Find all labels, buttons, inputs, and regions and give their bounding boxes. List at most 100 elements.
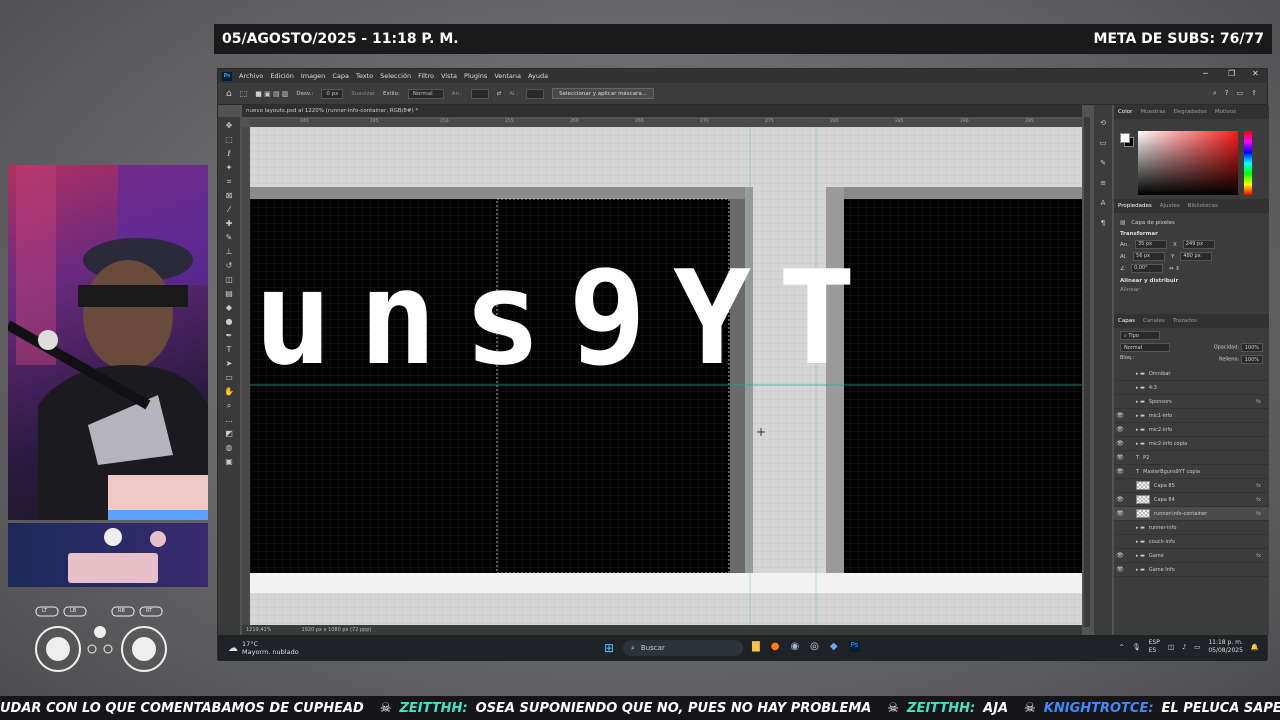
tab-channels[interactable]: Canales [1143,318,1165,324]
battery-icon[interactable]: ▭ [1194,643,1200,651]
layer-row[interactable]: ▸ ▬ 4:3 [1114,381,1269,395]
notifications-icon[interactable]: 🔔 [1251,643,1259,651]
vpn-icon[interactable]: ◆ [830,641,838,652]
firefox-icon[interactable]: ● [771,641,780,652]
search-icon[interactable]: ⌕ [1213,89,1217,98]
volume-icon[interactable]: ♪ [1182,643,1186,651]
workspace-icon[interactable]: ▭ [1237,89,1244,98]
style-select[interactable]: Normal [407,88,444,99]
start-icon[interactable]: ⊞ [604,641,614,655]
more-tools-icon[interactable]: … [224,415,234,425]
menu-texto[interactable]: Texto [356,72,373,80]
tab-layers[interactable]: Capas [1118,318,1135,324]
move-tool-icon[interactable]: ✥ [224,121,234,131]
eyedropper-icon[interactable]: ⁄ [224,205,234,215]
file-explorer-icon[interactable]: ▇ [752,641,760,652]
menu-archivo[interactable]: Archivo [239,72,263,80]
weather-icon[interactable]: ☁ [228,643,238,654]
history-icon[interactable]: ⟲ [1100,119,1106,127]
maximize-button[interactable]: ❐ [1228,69,1235,78]
blend-mode-select[interactable]: Normal [1120,343,1170,352]
layer-row[interactable]: 👁 ▸ ▬ Game fx [1114,549,1269,563]
tab-color[interactable]: Color [1118,109,1132,115]
brush-panel-icon[interactable]: ✎ [1100,159,1106,167]
taskbar-search[interactable]: ⌕ Buscar [623,640,743,656]
layer-row[interactable]: 👁 ▸ ▬ mic2-info [1114,423,1269,437]
help-icon[interactable]: ? [1225,89,1229,98]
close-button[interactable]: ✕ [1252,69,1259,78]
menu-ayuda[interactable]: Ayuda [528,72,548,80]
lang-bottom[interactable]: ES [1149,647,1160,655]
quick-mask-icon[interactable]: ◍ [224,443,234,453]
fx-icon[interactable]: fx [1256,483,1261,489]
network-icon[interactable]: ◫ [1168,643,1174,651]
flip-icons[interactable]: ⇔ ⇕ [1169,266,1180,272]
menu-imagen[interactable]: Imagen [301,72,325,80]
tab-patterns[interactable]: Motivos [1215,109,1236,115]
document-canvas[interactable]: uns9YT + [250,127,1082,625]
x-field[interactable]: 249 px [1182,240,1215,249]
layer-row[interactable]: 👁 ▸ ▬ mic2-info copia [1114,437,1269,451]
hand-tool-icon[interactable]: ✋ [224,387,234,397]
width-field[interactable]: 35 px [1135,240,1167,249]
layer-row[interactable]: Capa 85 fx [1114,479,1269,493]
pen-tool-icon[interactable]: ✒ [224,331,234,341]
steam-icon[interactable]: ◉ [790,641,799,652]
y-field[interactable]: 480 px [1180,252,1213,261]
shape-tool-icon[interactable]: ▭ [224,373,234,383]
opacity-input[interactable]: 100% [1240,343,1263,352]
tab-libraries[interactable]: Bibliotecas [1188,203,1218,209]
blur-tool-icon[interactable]: ◆ [224,303,234,313]
saturation-field[interactable] [1138,131,1238,195]
align-header[interactable]: Alinear y distribuir [1120,278,1263,284]
menu-capa[interactable]: Capa [332,72,349,80]
foreground-color-swatch[interactable] [1120,133,1130,143]
home-icon[interactable]: ⌂ [226,89,232,99]
stamp-tool-icon[interactable]: ⊥ [224,247,234,257]
clock-time[interactable]: 11:18 p. m. [1208,639,1243,647]
tray-chevron-icon[interactable]: ^ [1119,643,1124,651]
visibility-eye-icon[interactable]: 👁 [1114,440,1126,447]
layer-row[interactable]: ▸ ▬ runner-info [1114,521,1269,535]
visibility-eye-icon[interactable]: 👁 [1114,426,1126,433]
menu-edicion[interactable]: Edición [270,72,294,80]
screen-mode-icon[interactable]: ▣ [224,457,234,467]
tab-swatches[interactable]: Muestras [1140,109,1165,115]
paragraph-icon[interactable]: ¶ [1101,219,1105,227]
marquee-tool-icon[interactable]: ⬚ [240,89,248,98]
layer-row[interactable]: ▸ ▬ Omnibar [1114,367,1269,381]
feather-input[interactable]: 0 px [321,88,344,99]
eraser-icon[interactable]: ◫ [224,275,234,285]
path-select-icon[interactable]: ➤ [224,359,234,369]
healing-brush-icon[interactable]: ✚ [224,219,234,229]
height-input[interactable] [526,88,545,99]
crop-tool-icon[interactable]: ⌗ [224,177,234,187]
visibility-eye-icon[interactable]: 👁 [1114,412,1126,419]
magic-wand-icon[interactable]: ✦ [224,163,234,173]
fx-icon[interactable]: fx [1256,553,1261,559]
frame-tool-icon[interactable]: ⊠ [224,191,234,201]
select-and-mask-button[interactable]: Seleccionar y aplicar máscara... [552,88,654,99]
history-brush-icon[interactable]: ↺ [224,261,234,271]
visibility-eye-icon[interactable]: 👁 [1114,510,1126,517]
lang-top[interactable]: ESP [1149,639,1160,647]
smooth-checkbox[interactable]: Suavizar [351,91,375,97]
share-icon[interactable]: ⇪ [1251,89,1257,98]
layer-filter-select[interactable]: ⌕ Tipo [1120,331,1160,340]
type-tool-icon[interactable]: T [224,345,234,355]
layer-row[interactable]: 👁 T MasterBguns9YT copia [1114,465,1269,479]
color-swatch-icon[interactable]: ◩ [224,429,234,439]
tab-adjustments[interactable]: Ajustes [1160,203,1180,209]
zoom-tool-icon[interactable]: ⌕ [224,401,234,411]
layer-row[interactable]: ▸ ▬ Sponsors fx [1114,395,1269,409]
clock-date[interactable]: 05/08/2025 [1208,647,1243,655]
tab-paths[interactable]: Trazados [1173,318,1197,324]
obs-icon[interactable]: ◎ [810,641,819,652]
width-input[interactable] [470,88,489,99]
brush-tool-icon[interactable]: ✎ [224,233,234,243]
visibility-eye-icon[interactable]: 👁 [1114,454,1126,461]
menu-ventana[interactable]: Ventana [494,72,521,80]
tab-gradients[interactable]: Degradados [1174,109,1207,115]
gradient-tool-icon[interactable]: ▤ [224,289,234,299]
layer-row[interactable]: 👁 ▸ ▬ mic1-info [1114,409,1269,423]
